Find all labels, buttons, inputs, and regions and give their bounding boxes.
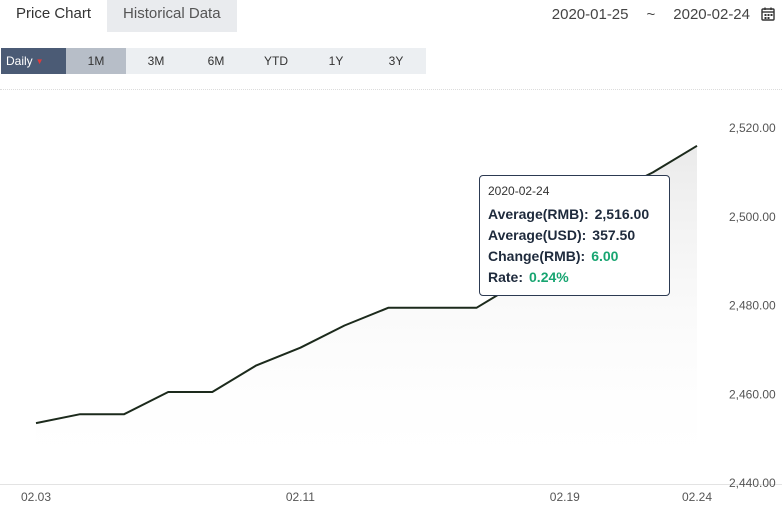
x-tick-label: 02.03 bbox=[21, 490, 51, 504]
tooltip-rate-label: Rate: bbox=[488, 269, 524, 285]
tooltip-avg-usd-label: Average(USD): bbox=[488, 227, 587, 243]
tooltip-change-value: 6.00 bbox=[591, 248, 619, 264]
y-tick-label: 2,500.00 bbox=[729, 210, 776, 224]
chart-tooltip: 2020-02-24 Average(RMB): 2,516.00 Average… bbox=[479, 175, 670, 296]
tooltip-avg-rmb: Average(RMB): 2,516.00 bbox=[488, 204, 661, 225]
x-tick-label: 02.11 bbox=[286, 490, 315, 504]
tooltip-avg-usd: Average(USD): 357.50 bbox=[488, 225, 661, 246]
tooltip-date: 2020-02-24 bbox=[488, 184, 550, 198]
tooltip-change: Change(RMB): 6.00 bbox=[488, 246, 661, 267]
x-tick-label: 02.24 bbox=[682, 490, 712, 504]
y-tick-label: 2,480.00 bbox=[729, 299, 776, 313]
y-tick-label: 2,440.00 bbox=[729, 476, 776, 490]
y-tick-label: 2,520.00 bbox=[729, 121, 776, 135]
tooltip-rate-value: 0.24% bbox=[529, 269, 569, 285]
tooltip-avg-usd-value: 357.50 bbox=[592, 227, 636, 243]
x-tick-label: 02.19 bbox=[550, 490, 580, 504]
tooltip-avg-rmb-label: Average(RMB): bbox=[488, 206, 589, 222]
y-tick-label: 2,460.00 bbox=[729, 387, 776, 401]
tooltip-rate: Rate: 0.24% bbox=[488, 267, 661, 288]
tooltip-avg-rmb-value: 2,516.00 bbox=[594, 206, 650, 222]
tooltip-change-label: Change(RMB): bbox=[488, 248, 586, 264]
